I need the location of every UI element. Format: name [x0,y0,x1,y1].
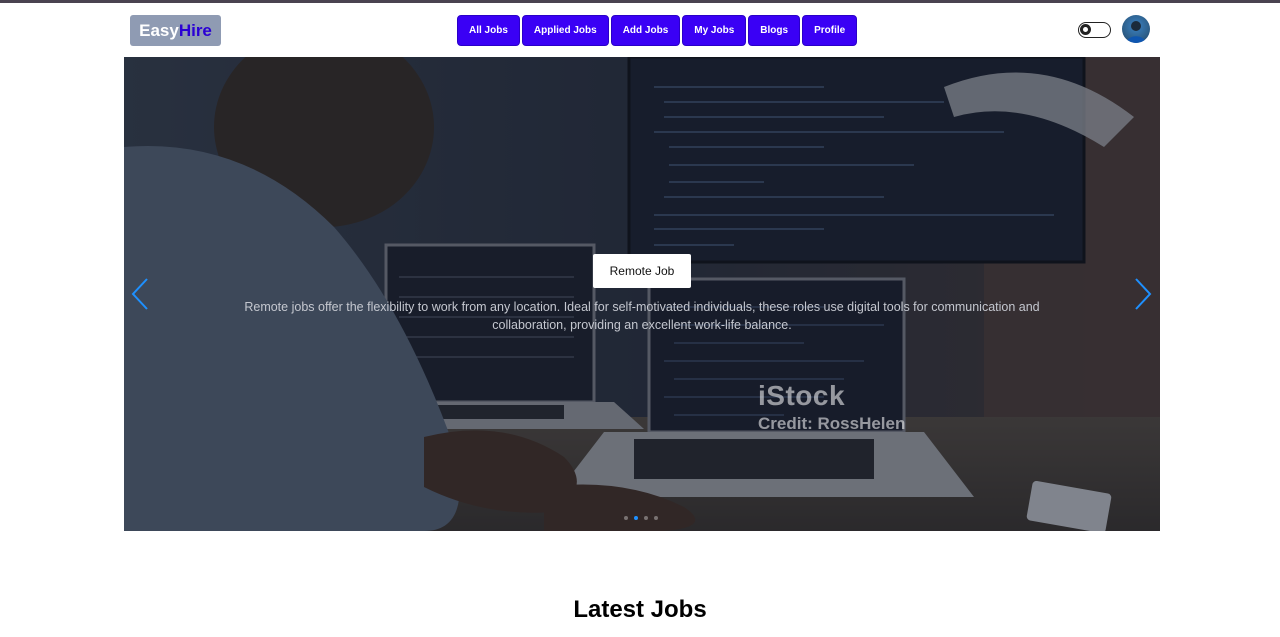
avatar[interactable] [1122,15,1150,43]
slide-description: Remote jobs offer the flexibility to wor… [244,300,1040,332]
nav-my-jobs-button[interactable]: My Jobs [682,15,747,46]
main-nav: All Jobs Applied Jobs Add Jobs My Jobs B… [457,15,858,46]
slide-category-button[interactable]: Remote Job [593,254,691,288]
theme-toggle-icon [1080,24,1091,35]
hero-carousel: iStock Credit: RossHelen Remote Job Remo… [124,57,1160,531]
nav-profile-button[interactable]: Profile [802,15,858,46]
nav-blogs-button[interactable]: Blogs [748,15,801,46]
logo-text-easy: Easy [139,21,179,40]
carousel-indicator-active[interactable] [634,516,638,520]
chevron-right-icon [1135,278,1152,310]
carousel-indicator[interactable] [654,516,658,520]
carousel-prev-button[interactable] [130,277,150,311]
carousel-dim-overlay [124,57,1160,531]
avatar-image [1126,21,1146,43]
carousel-indicator[interactable] [624,516,628,520]
nav-add-jobs-button[interactable]: Add Jobs [610,15,681,46]
nav-applied-jobs-button[interactable]: Applied Jobs [521,15,609,46]
watermark-brand: iStock [758,380,846,411]
chevron-left-icon [131,278,148,310]
carousel-next-button[interactable] [1133,277,1153,311]
site-logo[interactable]: EasyHire [130,15,221,46]
top-border [0,0,1280,3]
logo-text-hire: Hire [178,21,212,40]
theme-toggle[interactable] [1078,22,1111,38]
nav-all-jobs-button[interactable]: All Jobs [457,15,520,46]
image-watermark: iStock Credit: RossHelen [758,380,905,434]
carousel-indicators [624,516,658,520]
carousel-indicator[interactable] [644,516,648,520]
latest-jobs-heading: Latest Jobs [573,596,707,623]
watermark-credit: Credit: RossHelen [758,414,906,433]
